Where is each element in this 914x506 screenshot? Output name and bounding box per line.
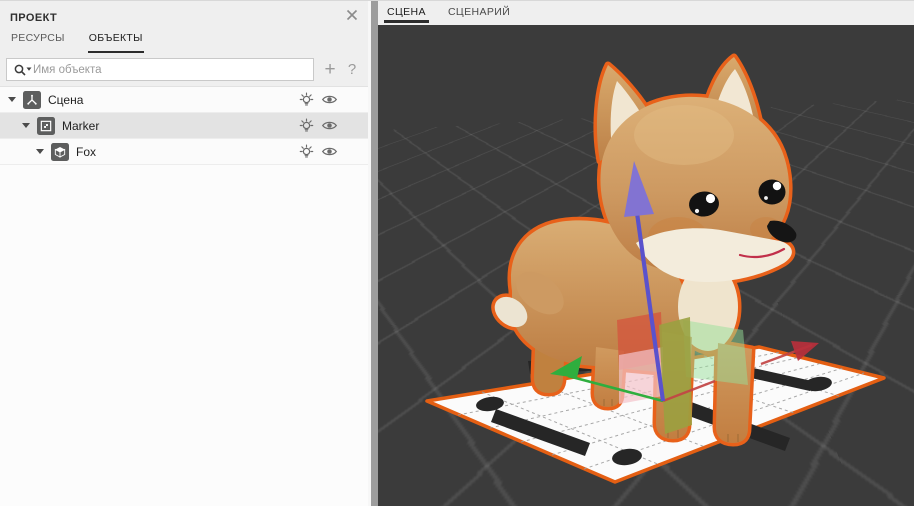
- expander-icon[interactable]: [36, 149, 44, 154]
- cube-3d-icon: [51, 143, 69, 161]
- close-icon[interactable]: [344, 7, 360, 23]
- visibility-eye-icon[interactable]: [321, 117, 338, 134]
- tab-scenario[interactable]: СЦЕНАРИЙ: [447, 1, 511, 25]
- visibility-eye-icon[interactable]: [321, 143, 338, 160]
- lightbulb-icon[interactable]: [298, 143, 315, 160]
- expander-icon[interactable]: [8, 97, 16, 102]
- 3d-viewport[interactable]: [378, 25, 914, 506]
- tree-row-marker[interactable]: Marker: [0, 113, 368, 139]
- panel-header: ПРОЕКТ: [0, 1, 368, 29]
- tree-item-label: Сцена: [48, 93, 83, 107]
- add-object-button[interactable]: +: [320, 61, 340, 79]
- gizmo-plane-z[interactable]: [683, 320, 748, 385]
- tab-resources[interactable]: РЕСУРСЫ: [10, 29, 66, 53]
- tree-item-label: Marker: [62, 119, 99, 133]
- tab-scene[interactable]: СЦЕНА: [386, 1, 427, 25]
- search-input[interactable]: [33, 64, 307, 76]
- search-box[interactable]: [6, 58, 314, 81]
- scene-panel-tabs: СЦЕНА СЦЕНАРИЙ: [378, 1, 914, 25]
- marker-icon: [37, 117, 55, 135]
- application-window: ПРОЕКТ РЕСУРСЫ ОБЪЕКТЫ: [0, 0, 914, 506]
- expander-icon[interactable]: [22, 123, 30, 128]
- visibility-eye-icon[interactable]: [321, 91, 338, 108]
- lightbulb-icon[interactable]: [298, 117, 315, 134]
- lightbulb-icon[interactable]: [298, 91, 315, 108]
- scene-canvas: [378, 25, 914, 506]
- search-row: + ?: [0, 53, 368, 87]
- tree-row-scene[interactable]: Сцена: [0, 87, 368, 113]
- tab-objects[interactable]: ОБЪЕКТЫ: [88, 29, 144, 53]
- tree-item-label: Fox: [76, 145, 96, 159]
- scene-panel: СЦЕНА СЦЕНАРИЙ: [378, 1, 914, 506]
- search-filter-icon[interactable]: [13, 63, 33, 77]
- project-panel-tabs: РЕСУРСЫ ОБЪЕКТЫ: [0, 29, 368, 53]
- panel-divider[interactable]: [368, 1, 378, 506]
- panel-title: ПРОЕКТ: [10, 12, 57, 24]
- scene-axis-icon: [23, 91, 41, 109]
- help-button[interactable]: ?: [342, 61, 362, 78]
- project-panel: ПРОЕКТ РЕСУРСЫ ОБЪЕКТЫ: [0, 1, 368, 506]
- tree-row-fox[interactable]: Fox: [0, 139, 368, 165]
- object-tree: Сцена: [0, 87, 368, 165]
